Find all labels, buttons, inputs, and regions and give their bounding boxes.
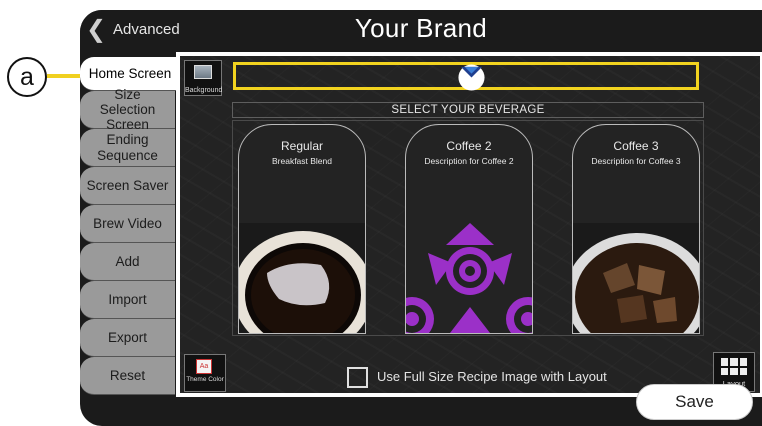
beverage-header: SELECT YOUR BEVERAGE	[232, 102, 704, 118]
background-button-label: Background	[185, 87, 223, 94]
product-card-regular[interactable]: Regular Breakfast Blend	[238, 124, 366, 334]
reset-button[interactable]: Reset	[80, 357, 175, 395]
tab-ending-sequence[interactable]: Ending Sequence	[80, 129, 175, 167]
product-description: Breakfast Blend	[271, 156, 332, 166]
tab-label: Ending Sequence	[97, 132, 158, 163]
product-card-coffee-2[interactable]: Coffee 2 Description for Coffee 2	[405, 124, 533, 334]
device-screen: ❮ Advanced Your Brand Home Screen Size S…	[80, 10, 762, 426]
product-name: Regular	[280, 139, 324, 153]
tab-label: Reset	[109, 367, 146, 383]
add-button[interactable]: Add	[80, 243, 175, 281]
export-button[interactable]: Export	[80, 319, 175, 357]
full-size-image-label: Use Full Size Recipe Image with Layout	[377, 369, 607, 384]
save-button[interactable]: Save	[636, 384, 753, 420]
sidebar: Home Screen Size Selection Screen Ending…	[80, 52, 180, 397]
iced-coffee-glass-image	[573, 223, 699, 333]
theme-color-button[interactable]: Aa Theme Color	[184, 354, 226, 392]
callout-label: a	[20, 62, 34, 91]
grid-layout-icon	[721, 358, 747, 375]
tab-label: Import	[108, 291, 147, 307]
callout-marker: a	[7, 57, 47, 97]
title-bar: ❮ Advanced Your Brand	[80, 10, 762, 52]
tab-label: Brew Video	[93, 215, 162, 231]
import-button[interactable]: Import	[80, 281, 175, 319]
purple-spiral-pattern-image	[406, 223, 532, 333]
black-coffee-cup-image	[239, 223, 365, 333]
brand-logo-icon	[458, 64, 485, 91]
tab-label: Home Screen	[88, 65, 172, 81]
product-card-coffee-3[interactable]: Coffee 3 Description for Coffee 3	[572, 124, 700, 334]
image-icon	[194, 65, 212, 79]
tab-brew-video[interactable]: Brew Video	[80, 205, 175, 243]
tab-screen-saver[interactable]: Screen Saver	[80, 167, 175, 205]
product-description: Description for Coffee 2	[424, 156, 514, 166]
product-name: Coffee 3	[613, 139, 659, 153]
tab-label: Add	[115, 253, 140, 269]
tab-label: Screen Saver	[86, 177, 169, 193]
editor-panel: Background SELECT YOUR BEVERAGE Regular …	[176, 52, 762, 397]
product-description: Description for Coffee 3	[591, 156, 681, 166]
product-grid: Regular Breakfast Blend Coffee 2 Descrip…	[232, 120, 704, 336]
brand-logo-area[interactable]	[233, 62, 699, 91]
tab-label: Export	[107, 329, 148, 345]
theme-color-label: Theme Color	[186, 376, 224, 383]
tab-label: Size Selection Screen	[99, 86, 156, 133]
full-size-image-checkbox[interactable]	[347, 367, 368, 388]
product-name: Coffee 2	[446, 139, 492, 153]
font-icon: Aa	[196, 359, 212, 374]
page-title: Your Brand	[354, 13, 488, 43]
home-screen-preview: Background SELECT YOUR BEVERAGE Regular …	[180, 56, 760, 393]
tab-size-selection-screen[interactable]: Size Selection Screen	[80, 87, 175, 132]
background-button[interactable]: Background	[184, 60, 222, 96]
